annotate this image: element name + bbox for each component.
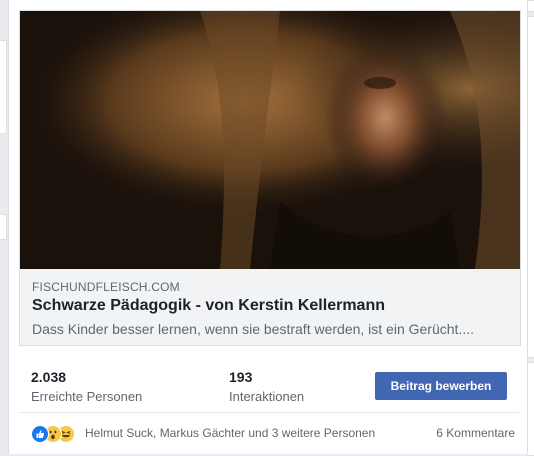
post-insights: 2.038 Erreichte Personen 193 Interaktion… bbox=[19, 356, 519, 412]
reaction-names[interactable]: Helmut Suck, Markus Gächter und 3 weiter… bbox=[85, 426, 375, 440]
interactions-count: 193 bbox=[229, 369, 253, 385]
like-reaction-icon bbox=[31, 425, 49, 443]
reaction-icons[interactable] bbox=[31, 425, 81, 443]
reactions-bar: Helmut Suck, Markus Gächter und 3 weiter… bbox=[19, 420, 519, 448]
boost-post-button[interactable]: Beitrag bewerben bbox=[375, 372, 507, 400]
adjacent-card-fragment bbox=[0, 214, 7, 240]
link-preview[interactable]: FISCHUNDFLEISCH.COM Schwarze Pädagogik -… bbox=[19, 10, 521, 346]
interactions-label: Interaktionen bbox=[229, 389, 305, 404]
comment-count[interactable]: 6 Kommentare bbox=[436, 426, 515, 440]
reach-count: 2.038 bbox=[31, 369, 67, 385]
link-preview-image bbox=[20, 11, 520, 269]
divider bbox=[19, 412, 519, 413]
reach-label: Erreichte Personen bbox=[31, 389, 143, 404]
link-description: Dass Kinder besser lernen, wenn sie best… bbox=[32, 321, 474, 337]
adjacent-card-fragment bbox=[0, 40, 7, 134]
link-title[interactable]: Schwarze Pädagogik - von Kerstin Kellerm… bbox=[32, 297, 385, 315]
link-domain: FISCHUNDFLEISCH.COM bbox=[32, 280, 180, 294]
post-card: FISCHUNDFLEISCH.COM Schwarze Pädagogik -… bbox=[8, 0, 528, 454]
